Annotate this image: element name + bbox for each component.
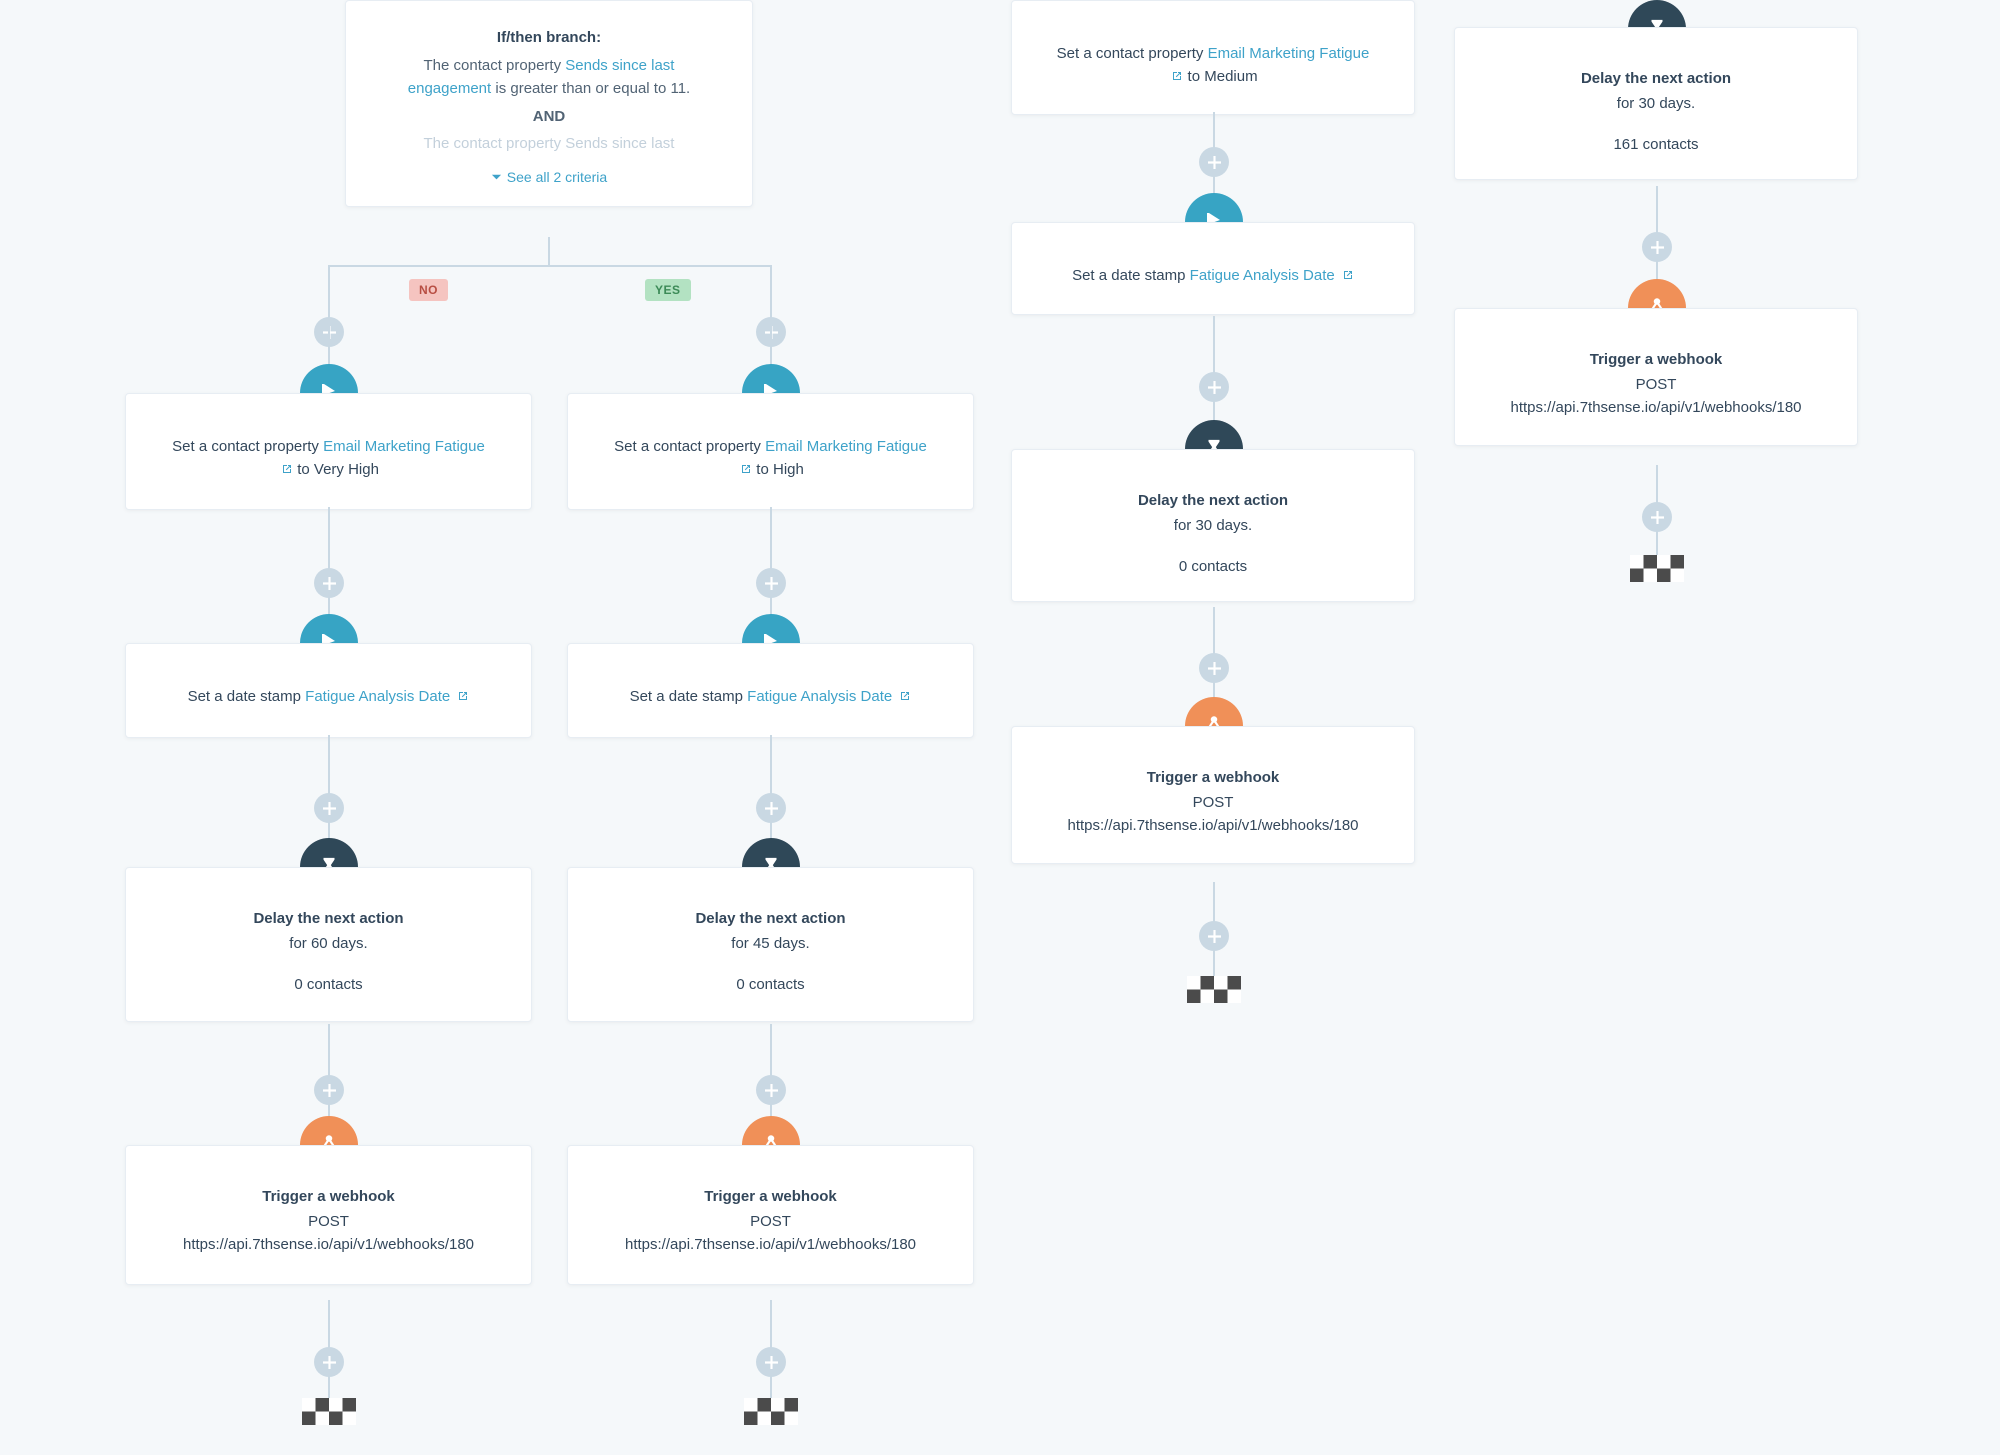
add-action-button[interactable]	[1642, 502, 1672, 532]
action-delay-60[interactable]: Delay the next action for 60 days. 0 con…	[125, 867, 532, 1022]
add-action-button[interactable]	[756, 1075, 786, 1105]
chevron-down-icon	[491, 172, 502, 183]
connector	[548, 237, 550, 265]
action-webhook[interactable]: Trigger a webhook POST https://api.7thse…	[567, 1145, 974, 1285]
delay-title: Delay the next action	[1495, 70, 1817, 87]
webhook-title: Trigger a webhook	[1495, 351, 1817, 368]
contact-count: 0 contacts	[166, 976, 491, 993]
add-action-button[interactable]	[1199, 653, 1229, 683]
action-set-date-stamp[interactable]: Set a date stamp Fatigue Analysis Date	[125, 643, 532, 738]
webhook-url: https://api.7thsense.io/api/v1/webhooks/…	[1052, 815, 1374, 838]
action-delay-30[interactable]: Delay the next action for 30 days. 0 con…	[1011, 449, 1415, 602]
link-email-marketing-fatigue[interactable]: Email Marketing Fatigue	[1208, 45, 1370, 62]
connector	[328, 265, 330, 310]
external-link-icon	[740, 463, 752, 475]
connector	[770, 310, 772, 368]
delay-duration: for 30 days.	[1495, 93, 1817, 116]
connector	[328, 507, 330, 619]
webhook-url: https://api.7thsense.io/api/v1/webhooks/…	[608, 1234, 933, 1257]
link-fatigue-analysis-date[interactable]: Fatigue Analysis Date	[305, 688, 450, 705]
external-link-icon	[457, 690, 469, 702]
action-set-property-high[interactable]: Set a contact property Email Marketing F…	[567, 393, 974, 510]
end-icon	[1630, 555, 1684, 582]
action-delay-45[interactable]: Delay the next action for 45 days. 0 con…	[567, 867, 974, 1022]
add-action-button[interactable]	[314, 1075, 344, 1105]
branch-criteria-1: The contact property Sends since last en…	[380, 54, 718, 101]
end-icon	[744, 1398, 798, 1425]
external-link-icon	[1171, 70, 1183, 82]
connector	[770, 735, 772, 845]
action-webhook[interactable]: Trigger a webhook POST https://api.7thse…	[1011, 726, 1415, 864]
add-action-button[interactable]	[314, 793, 344, 823]
add-action-button[interactable]	[1642, 232, 1672, 262]
link-email-marketing-fatigue[interactable]: Email Marketing Fatigue	[765, 438, 927, 455]
delay-duration: for 30 days.	[1052, 515, 1374, 538]
link-fatigue-analysis-date[interactable]: Fatigue Analysis Date	[1190, 267, 1335, 284]
delay-title: Delay the next action	[608, 910, 933, 927]
add-action-button[interactable]	[1199, 372, 1229, 402]
add-action-button[interactable]	[756, 793, 786, 823]
webhook-url: https://api.7thsense.io/api/v1/webhooks/…	[1495, 397, 1817, 420]
contact-count: 0 contacts	[1052, 558, 1374, 575]
webhook-method: POST	[166, 1211, 491, 1234]
webhook-method: POST	[1495, 374, 1817, 397]
branch-card[interactable]: If/then branch: The contact property Sen…	[345, 0, 753, 207]
action-webhook[interactable]: Trigger a webhook POST https://api.7thse…	[1454, 308, 1858, 446]
external-link-icon	[899, 690, 911, 702]
external-link-icon	[1342, 269, 1354, 281]
action-set-property-very-high[interactable]: Set a contact property Email Marketing F…	[125, 393, 532, 510]
end-icon	[302, 1398, 356, 1425]
add-action-button[interactable]	[1199, 921, 1229, 951]
webhook-title: Trigger a webhook	[608, 1188, 933, 1205]
webhook-method: POST	[1052, 792, 1374, 815]
connector	[328, 265, 770, 267]
connector	[770, 265, 772, 310]
branch-yes-badge: YES	[645, 279, 691, 301]
webhook-title: Trigger a webhook	[166, 1188, 491, 1205]
connector	[328, 735, 330, 845]
delay-duration: for 45 days.	[608, 933, 933, 956]
action-set-date-stamp[interactable]: Set a date stamp Fatigue Analysis Date	[1011, 222, 1415, 315]
branch-criteria-2: The contact property Sends since last	[380, 132, 718, 155]
add-action-button[interactable]	[314, 568, 344, 598]
action-set-date-stamp[interactable]: Set a date stamp Fatigue Analysis Date	[567, 643, 974, 738]
branch-no-badge: NO	[409, 279, 448, 301]
add-action-button[interactable]	[1199, 147, 1229, 177]
end-icon	[1187, 976, 1241, 1003]
branch-title: If/then branch:	[380, 29, 718, 46]
webhook-method: POST	[608, 1211, 933, 1234]
see-all-criteria[interactable]: See all 2 criteria	[491, 169, 607, 185]
add-action-button[interactable]	[756, 568, 786, 598]
action-webhook[interactable]: Trigger a webhook POST https://api.7thse…	[125, 1145, 532, 1285]
connector	[770, 507, 772, 619]
add-action-button[interactable]	[756, 1347, 786, 1377]
branch-and: AND	[380, 105, 718, 128]
link-fatigue-analysis-date[interactable]: Fatigue Analysis Date	[747, 688, 892, 705]
webhook-url: https://api.7thsense.io/api/v1/webhooks/…	[166, 1234, 491, 1257]
link-email-marketing-fatigue[interactable]: Email Marketing Fatigue	[323, 438, 485, 455]
add-action-button[interactable]	[314, 1347, 344, 1377]
delay-title: Delay the next action	[1052, 492, 1374, 509]
contact-count: 161 contacts	[1495, 136, 1817, 153]
contact-count: 0 contacts	[608, 976, 933, 993]
delay-duration: for 60 days.	[166, 933, 491, 956]
action-set-property-medium[interactable]: Set a contact property Email Marketing F…	[1011, 0, 1415, 115]
external-link-icon	[281, 463, 293, 475]
delay-title: Delay the next action	[166, 910, 491, 927]
action-delay-30-d[interactable]: Delay the next action for 30 days. 161 c…	[1454, 27, 1858, 180]
connector	[328, 310, 330, 368]
webhook-title: Trigger a webhook	[1052, 769, 1374, 786]
